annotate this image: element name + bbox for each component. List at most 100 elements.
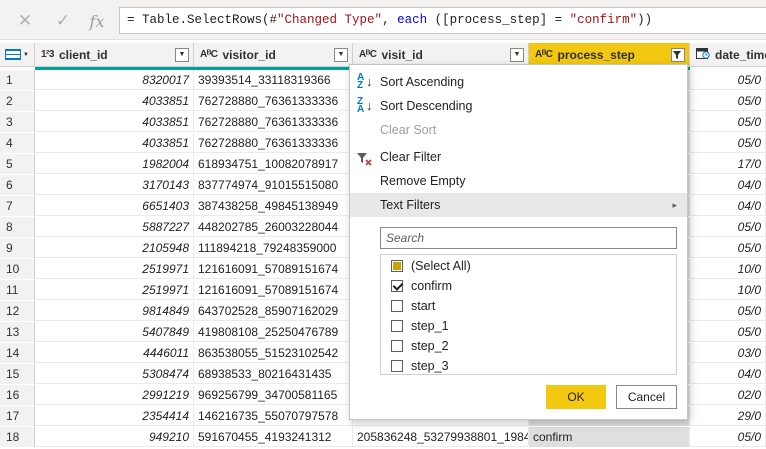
cell-date-time[interactable]: 10/0 xyxy=(690,280,766,300)
menu-item-clear-sort[interactable]: Clear Sort xyxy=(350,118,687,142)
cell-date-time[interactable]: 10/0 xyxy=(690,259,766,279)
cell-visitor-id[interactable]: 387438258_49845138949 xyxy=(194,196,353,216)
menu-item-sort-ascending[interactable]: A Z ↓ Sort Ascending xyxy=(350,70,687,94)
cell-visitor-id[interactable]: 448202785_26003228044 xyxy=(194,217,353,237)
cell-date-time[interactable]: 05/0 xyxy=(690,133,766,153)
text-type-icon[interactable]: AᴮC xyxy=(200,49,218,60)
cell-date-time[interactable]: 04/0 xyxy=(690,175,766,195)
datetime-type-icon[interactable] xyxy=(696,47,710,62)
row-number[interactable]: 14 xyxy=(0,343,35,363)
checkbox[interactable] xyxy=(391,260,403,272)
list-item[interactable]: confirm xyxy=(381,276,676,296)
cell-date-time[interactable]: 05/0 xyxy=(690,70,766,90)
cancel-icon[interactable]: ✕ xyxy=(14,10,36,32)
cell-date-time[interactable]: 04/0 xyxy=(690,196,766,216)
cell-client-id[interactable]: 2991219 xyxy=(35,385,194,405)
cell-date-time[interactable]: 04/0 xyxy=(690,364,766,384)
row-number[interactable]: 8 xyxy=(0,217,35,237)
row-number[interactable]: 6 xyxy=(0,175,35,195)
cell-client-id[interactable]: 949210 xyxy=(35,427,194,447)
commit-icon[interactable]: ✓ xyxy=(52,10,74,32)
row-number[interactable]: 15 xyxy=(0,364,35,384)
cell-date-time[interactable]: 03/0 xyxy=(690,343,766,363)
cell-client-id[interactable]: 1982004 xyxy=(35,154,194,174)
row-number[interactable]: 17 xyxy=(0,406,35,426)
cell-date-time[interactable]: 17/0 xyxy=(690,154,766,174)
checkbox[interactable] xyxy=(391,280,403,292)
cell-date-time[interactable]: 05/0 xyxy=(690,322,766,342)
row-number[interactable]: 16 xyxy=(0,385,35,405)
list-item[interactable]: (Select All) xyxy=(381,256,676,276)
cell-client-id[interactable]: 3170143 xyxy=(35,175,194,195)
cell-client-id[interactable]: 2354414 xyxy=(35,406,194,426)
cell-visitor-id[interactable]: 121616091_57089151674 xyxy=(194,259,353,279)
row-number[interactable]: 10 xyxy=(0,259,35,279)
cell-date-time[interactable]: 05/0 xyxy=(690,112,766,132)
cell-client-id[interactable]: 4446011 xyxy=(35,343,194,363)
search-input[interactable] xyxy=(380,227,677,249)
table-menu-button[interactable]: ▼ xyxy=(0,43,35,67)
cell-date-time[interactable]: 05/0 xyxy=(690,301,766,321)
row-number[interactable]: 2 xyxy=(0,91,35,111)
row-number[interactable]: 3 xyxy=(0,112,35,132)
text-type-icon[interactable]: AᴮC xyxy=(359,49,377,60)
filter-dropdown-icon[interactable]: ▼ xyxy=(175,47,189,62)
cell-visitor-id[interactable]: 762728880_76361333336 xyxy=(194,133,353,153)
cell-visitor-id[interactable]: 643702528_85907162029 xyxy=(194,301,353,321)
cell-visitor-id[interactable]: 762728880_76361333336 xyxy=(194,112,353,132)
cell-client-id[interactable]: 9814849 xyxy=(35,301,194,321)
cell-client-id[interactable]: 4033851 xyxy=(35,112,194,132)
cell-date-time[interactable]: 02/0 xyxy=(690,385,766,405)
menu-item-sort-descending[interactable]: Z A ↓ Sort Descending xyxy=(350,94,687,118)
table-row[interactable]: 18 949210 591670455_4193241312 205836248_53… xyxy=(0,427,766,447)
list-item[interactable]: step_2 xyxy=(381,336,676,356)
cell-client-id[interactable]: 5887227 xyxy=(35,217,194,237)
filter-dropdown-icon[interactable]: ▼ xyxy=(510,47,524,62)
cell-client-id[interactable]: 6651403 xyxy=(35,196,194,216)
cell-client-id[interactable]: 5407849 xyxy=(35,322,194,342)
cell-client-id[interactable]: 4033851 xyxy=(35,91,194,111)
cell-visitor-id[interactable]: 121616091_57089151674 xyxy=(194,280,353,300)
cell-visitor-id[interactable]: 762728880_76361333336 xyxy=(194,91,353,111)
cell-visitor-id[interactable]: 969256799_34700581165 xyxy=(194,385,353,405)
cell-visitor-id[interactable]: 591670455_4193241312 xyxy=(194,427,353,447)
checkbox[interactable] xyxy=(391,360,403,372)
menu-item-text-filters[interactable]: Text Filters ▸ xyxy=(350,193,687,217)
ok-button[interactable]: OK xyxy=(546,385,606,409)
cell-client-id[interactable]: 2519971 xyxy=(35,259,194,279)
row-number[interactable]: 11 xyxy=(0,280,35,300)
column-header-visitor-id[interactable]: AᴮC visitor_id ▼ xyxy=(194,43,353,67)
cell-visitor-id[interactable]: 111894218_79248359000 xyxy=(194,238,353,258)
row-number[interactable]: 4 xyxy=(0,133,35,153)
filter-dropdown-icon[interactable]: ▼ xyxy=(334,47,348,62)
text-type-icon[interactable]: AᴮC xyxy=(535,49,553,60)
filter-active-icon[interactable] xyxy=(671,47,685,62)
row-number[interactable]: 12 xyxy=(0,301,35,321)
column-header-client-id[interactable]: 1²3 client_id ▼ xyxy=(35,43,194,67)
row-number[interactable]: 13 xyxy=(0,322,35,342)
cell-date-time[interactable]: 05/0 xyxy=(690,217,766,237)
cancel-button[interactable]: Cancel xyxy=(616,385,677,409)
cell-date-time[interactable]: 29/0 xyxy=(690,406,766,426)
row-number[interactable]: 1 xyxy=(0,70,35,90)
row-number[interactable]: 9 xyxy=(0,238,35,258)
cell-visitor-id[interactable]: 39393514_33118319366 xyxy=(194,70,353,90)
cell-visit-id[interactable]: 205836248_53279938801_1984... xyxy=(353,427,529,447)
cell-visitor-id[interactable]: 837774974_91015515080 xyxy=(194,175,353,195)
cell-client-id[interactable]: 4033851 xyxy=(35,133,194,153)
list-item[interactable]: step_1 xyxy=(381,316,676,336)
list-item[interactable]: start xyxy=(381,296,676,316)
cell-date-time[interactable]: 05/0 xyxy=(690,91,766,111)
list-item[interactable]: step_3 xyxy=(381,356,676,374)
cell-visitor-id[interactable]: 146216735_55070797578 xyxy=(194,406,353,426)
menu-item-clear-filter[interactable]: Clear Filter xyxy=(350,145,687,169)
checkbox[interactable] xyxy=(391,320,403,332)
formula-input[interactable]: = Table.SelectRows(#"Changed Type", each… xyxy=(119,7,766,34)
cell-visitor-id[interactable]: 618934751_10082078917 xyxy=(194,154,353,174)
cell-date-time[interactable]: 05/0 xyxy=(690,238,766,258)
row-number[interactable]: 7 xyxy=(0,196,35,216)
row-number[interactable]: 5 xyxy=(0,154,35,174)
cell-client-id[interactable]: 2105948 xyxy=(35,238,194,258)
cell-visitor-id[interactable]: 68938533_80216431435 xyxy=(194,364,353,384)
cell-date-time[interactable]: 05/0 xyxy=(690,427,766,447)
